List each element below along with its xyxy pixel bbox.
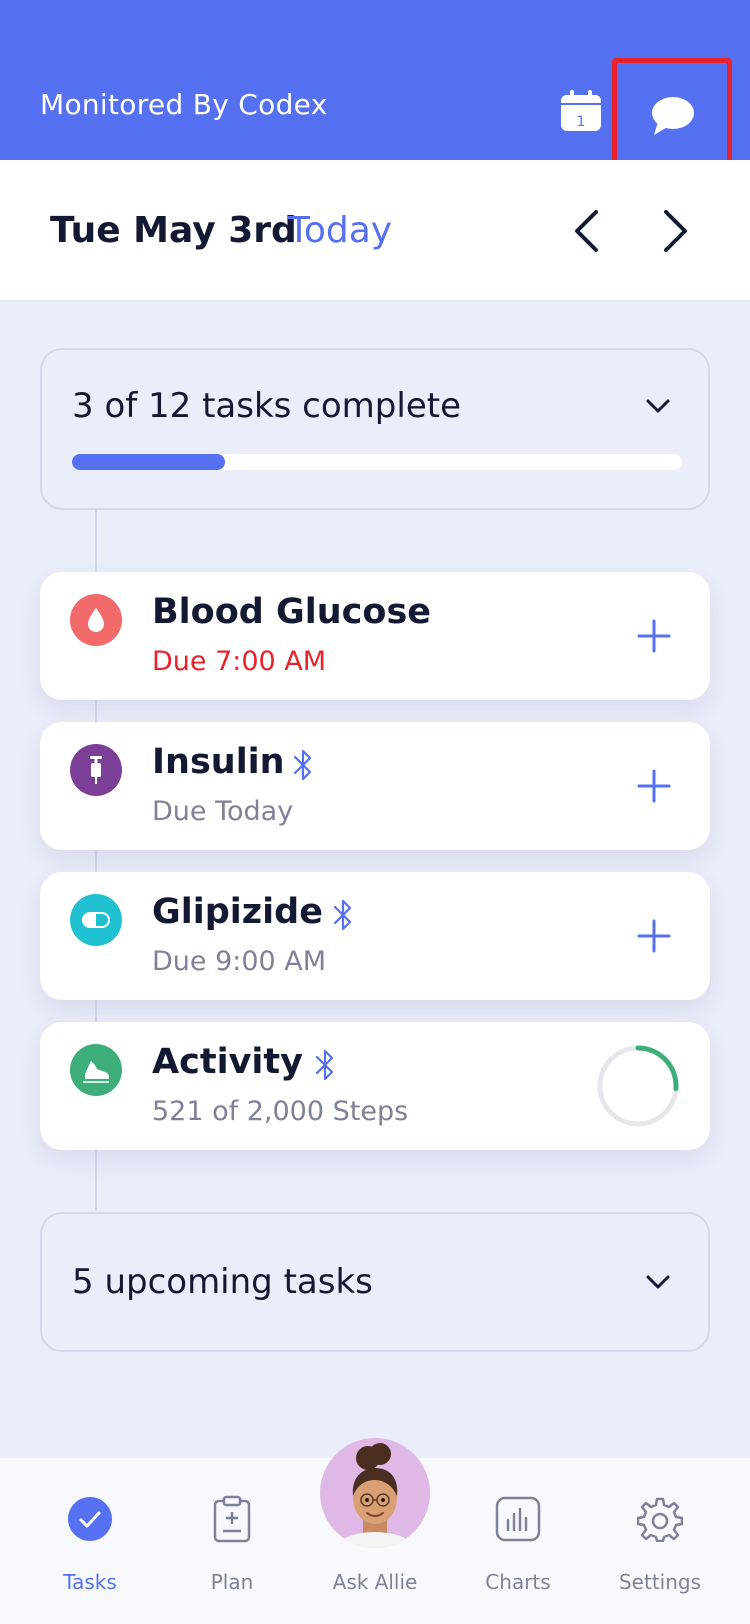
today-link[interactable]: Today [288,210,392,251]
bluetooth-icon [293,749,312,781]
clipboard-icon [207,1494,257,1544]
chevron-down-icon [646,1275,670,1289]
task-card-blood-glucose[interactable]: Blood Glucose Due 7:00 AM [40,572,710,700]
gear-icon [635,1494,685,1544]
add-insulin-button[interactable] [632,764,676,808]
next-day-button[interactable] [648,204,702,258]
syringe-icon [70,744,122,796]
chevron-right-icon [664,210,687,252]
bluetooth-icon [333,899,352,931]
shoe-icon [70,1044,122,1096]
tasks-progress-fill [72,454,225,470]
blood-drop-icon [70,594,122,646]
upcoming-tasks-card[interactable]: 5 upcoming tasks [40,1212,710,1352]
task-card-activity[interactable]: Activity 521 of 2,000 Steps [40,1022,710,1150]
app-header: Monitored By Codex 1 [0,0,750,174]
task-name: Blood Glucose [152,592,432,632]
plus-icon [637,919,671,953]
task-card-insulin[interactable]: Insulin Due Today [40,722,710,850]
chevron-left-icon [575,210,598,252]
task-card-glipizide[interactable]: Glipizide Due 9:00 AM [40,872,710,1000]
header-title: Monitored By Codex [40,88,328,121]
pill-icon [70,894,122,946]
tab-label: Ask Allie [332,1570,418,1594]
date-bar: Tue May 3rd Today [0,160,750,302]
plus-icon [637,769,671,803]
tab-settings[interactable]: Settings [585,1458,735,1624]
bar-chart-icon [493,1494,543,1544]
upcoming-tasks-text: 5 upcoming tasks [72,1262,373,1302]
chat-button[interactable] [612,58,732,174]
expand-summary-button[interactable] [642,390,674,422]
check-circle-icon [65,1494,115,1544]
task-name: Activity [152,1042,303,1082]
task-due-time: Due Today [152,796,294,827]
tab-charts[interactable]: Charts [443,1458,593,1624]
calendar-day-number: 1 [577,114,586,130]
calendar-icon: 1 [561,90,601,131]
plus-icon [637,619,671,653]
current-date: Tue May 3rd [50,210,297,251]
task-due-time: Due 7:00 AM [152,646,327,677]
add-glipizide-button[interactable] [632,914,676,958]
add-blood-glucose-button[interactable] [632,614,676,658]
chat-bubble-icon [652,97,694,135]
previous-day-button[interactable] [560,204,614,258]
avatar-icon [335,1443,415,1548]
tab-label: Tasks [63,1570,117,1594]
tab-label: Settings [618,1570,702,1594]
task-due-time: Due 9:00 AM [152,946,327,977]
tab-label: Plan [210,1570,254,1594]
task-steps: 521 of 2,000 Steps [152,1096,409,1127]
tasks-progress-bar [72,454,682,470]
steps-progress-ring [597,1045,679,1127]
task-summary-card[interactable]: 3 of 12 tasks complete [40,348,710,510]
tasks-complete-text: 3 of 12 tasks complete [72,386,461,426]
expand-upcoming-button[interactable] [642,1266,674,1298]
calendar-button[interactable]: 1 [558,88,604,134]
bluetooth-icon [315,1049,334,1081]
tab-plan[interactable]: Plan [157,1458,307,1624]
task-name: Glipizide [152,892,323,932]
chevron-down-icon [646,399,670,413]
tab-tasks[interactable]: Tasks [15,1458,165,1624]
ask-allie-avatar[interactable] [320,1438,430,1548]
task-name: Insulin [152,742,285,782]
tab-label: Charts [485,1570,551,1594]
